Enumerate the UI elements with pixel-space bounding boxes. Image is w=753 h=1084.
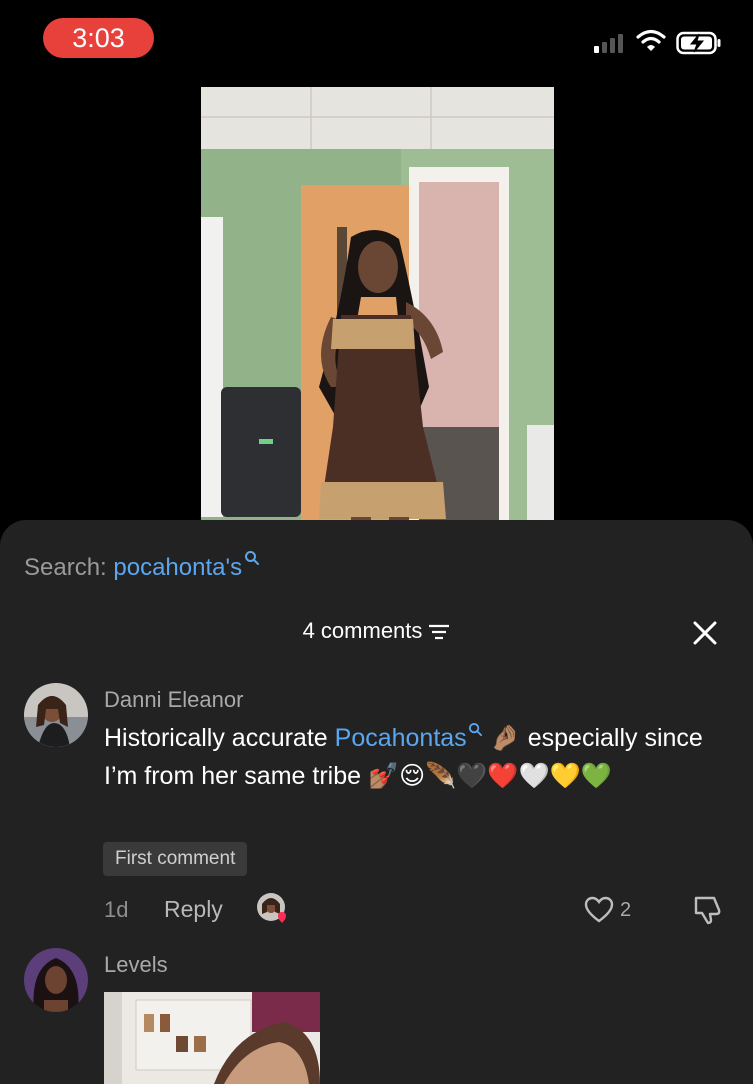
- first-comment-label: First comment: [115, 848, 236, 869]
- comment-text: Historically accurate Pocahontas 🤌🏽 espe…: [104, 719, 734, 795]
- wifi-icon: [636, 29, 666, 51]
- comment-author[interactable]: Danni Eleanor: [104, 687, 243, 713]
- search-icon: [468, 722, 482, 736]
- like-button[interactable]: 2: [584, 896, 631, 924]
- comments-count: 4 comments: [302, 618, 423, 643]
- comments-header[interactable]: 4 comments: [0, 618, 753, 644]
- heart-icon: [584, 896, 614, 923]
- emoji-sequence: 💅🏽😌🪶🖤❤️🤍💛💚: [367, 761, 612, 790]
- avatar[interactable]: [24, 948, 88, 1012]
- like-count: 2: [620, 898, 632, 921]
- signal-icon: [594, 34, 623, 53]
- battery-charging-icon: [676, 31, 721, 55]
- comment-age: 1d: [104, 897, 129, 922]
- status-bar: 3:03: [0, 0, 753, 80]
- comment-photo: [104, 992, 320, 1084]
- search-term[interactable]: pocahonta's: [113, 554, 242, 581]
- comment-search-link[interactable]: Pocahontas: [335, 724, 467, 752]
- search-suggestion[interactable]: Search: pocahonta's: [24, 550, 260, 582]
- avatar[interactable]: [24, 683, 88, 747]
- status-time: 3:03: [72, 22, 125, 53]
- video-scene: [201, 87, 554, 537]
- comment-image[interactable]: [104, 992, 320, 1084]
- reply-button[interactable]: Reply: [164, 896, 223, 923]
- close-icon[interactable]: [690, 618, 720, 648]
- comments-sheet: Search: pocahonta's 4 comments Danni Ele…: [0, 520, 753, 1084]
- search-prefix: Search:: [24, 554, 114, 581]
- comment-text-start: Historically accurate: [104, 724, 335, 752]
- dislike-icon[interactable]: [692, 895, 724, 925]
- search-icon: [245, 551, 260, 565]
- filter-icon[interactable]: [428, 623, 450, 641]
- first-comment-badge: First comment: [103, 842, 248, 876]
- video-player[interactable]: [201, 87, 554, 537]
- pinched-fingers-emoji: 🤌🏽: [489, 723, 521, 752]
- comment-author[interactable]: Levels: [104, 952, 168, 978]
- time-pill[interactable]: 3:03: [43, 18, 154, 58]
- creator-liked-avatar: [256, 892, 290, 926]
